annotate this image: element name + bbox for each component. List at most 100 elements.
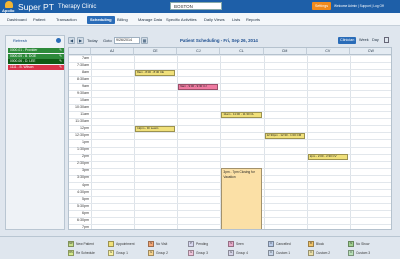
legend-swatch: N (148, 241, 154, 247)
legend-label: Group 4 (236, 251, 248, 255)
provider-item[interactable]: 0000-06 - D. LEE ✎ (8, 59, 64, 64)
column-header: CM (263, 48, 307, 55)
edit-pencil-icon[interactable]: ✎ (59, 48, 62, 53)
app-subtitle: Therapy Clinic (58, 3, 97, 10)
time-label: 9am (82, 83, 89, 88)
nav-tab-dashboard[interactable]: Dashboard (7, 16, 27, 24)
time-label: 7am (82, 55, 89, 60)
provider-label: 0000-06 - D. LEE (10, 59, 36, 63)
time-label: 3:30pm (77, 175, 89, 180)
nav-tab-specific-activities[interactable]: Specific Activities (166, 16, 197, 24)
column-header: CV (306, 48, 350, 55)
legend-label: Appointment (116, 242, 135, 246)
refresh-label[interactable]: Refresh (13, 38, 27, 43)
time-slot-line (69, 160, 391, 162)
time-slot-line (69, 118, 391, 120)
user-links[interactable]: Welcome Admin | Support | Log Off (334, 4, 384, 8)
view-clinician-button[interactable]: Clinician (338, 37, 357, 44)
legend-swatch: G (108, 250, 114, 256)
nav-tab-patient[interactable]: Patient (33, 16, 45, 24)
time-slot-line (69, 146, 391, 148)
column-header: AJ (91, 48, 135, 55)
time-slot-line (69, 125, 391, 127)
time-label: 3pm (82, 168, 89, 173)
view-week-button[interactable]: Week (357, 37, 371, 44)
legend-swatch: P (188, 241, 194, 247)
settings-button[interactable]: Settings (312, 2, 331, 10)
edit-pencil-icon[interactable]: ✎ (59, 65, 62, 70)
time-label: 5:30pm (77, 203, 89, 208)
time-label: 8:30am (77, 76, 89, 81)
time-slot-line (69, 55, 391, 56)
column-header: CJ (177, 48, 221, 55)
provider-label: 0000-05 - B. DOE (10, 53, 37, 58)
schedule-grid[interactable]: AJ CE CJ CL CM CV CW 7am 7:30am 8am 8:30am 9am 9:30a… (68, 47, 392, 230)
legend-swatch: RS (68, 250, 74, 256)
legend-label: No Show (356, 242, 370, 246)
nav-tab-lists[interactable]: Lists (232, 16, 240, 24)
legend-label: Group 3 (196, 251, 208, 255)
time-label: 4pm (82, 182, 89, 187)
legend-label: Custom 1 (276, 251, 291, 255)
provider-item[interactable]: 0000-05 - B. DOE ✎ (8, 53, 64, 59)
appointment-block[interactable]: 2pm - 2:00 - 2:30 CV (307, 154, 348, 161)
nav-tab-manage-data[interactable]: Manage Data (138, 16, 162, 24)
appointment-block[interactable]: 9am - 9:00 - 9:30 CJ (178, 83, 219, 90)
legend-swatch: G (148, 250, 154, 256)
time-label: 1:30pm (77, 147, 89, 152)
legend-swatch: S (228, 241, 234, 247)
location-select[interactable]: BOSTON (170, 2, 222, 10)
legend-label: Custom 2 (316, 251, 331, 255)
time-slot-line (69, 139, 391, 141)
nav-tab-scheduling[interactable]: Scheduling (87, 16, 115, 24)
today-button[interactable]: Today (87, 37, 98, 44)
appointment-block[interactable]: 8am - 8:00 - 8:30 CE (135, 69, 176, 76)
legend-label: Custom 3 (356, 251, 371, 255)
date-input[interactable]: 9/26/2014 (114, 37, 140, 44)
legend-swatch: G (188, 250, 194, 256)
legend-swatch: N (348, 241, 354, 247)
schedule-title: Patient Scheduling - Fri, Sep 26, 2014 (180, 38, 258, 43)
legend-swatch: C (268, 250, 274, 256)
legend-label: No Visit (156, 242, 168, 246)
legend-swatch (108, 241, 114, 247)
edit-pencil-icon[interactable]: ✎ (59, 54, 62, 59)
time-label: 10:30am (75, 105, 89, 110)
legend-label: Cancelled (276, 242, 291, 246)
refresh-row[interactable]: Refresh (7, 36, 63, 45)
appointment-block[interactable]: 12:30pm - 12:30 - 1:00 CM (264, 132, 305, 139)
calendar-icon[interactable]: ▦ (141, 37, 148, 44)
legend-label: New Patient (76, 242, 94, 246)
legend-swatch: C (348, 250, 354, 256)
time-slot-line (69, 76, 391, 78)
time-label: 2pm (82, 154, 89, 159)
legend-label: Re Schedule (76, 251, 95, 255)
legend-swatch: NP (68, 241, 74, 247)
time-slot-line (69, 97, 391, 99)
refresh-icon[interactable] (56, 38, 61, 43)
legend-label: Block (316, 242, 325, 246)
appointment-block[interactable]: 11am - 11:00 - 11:30 CL (221, 111, 262, 118)
time-label: 7pm (82, 224, 89, 229)
nav-tab-billing[interactable]: Billing (117, 16, 128, 24)
appointment-block[interactable]: 12pm - Dr Lewin (135, 125, 176, 132)
app-header: Apollo Super PT Therapy Clinic BOSTON Se… (0, 0, 400, 13)
prev-icon[interactable]: ◀ (68, 37, 75, 44)
print-icon[interactable] (384, 37, 389, 43)
nav-tab-daily-views[interactable]: Daily Views (204, 16, 225, 24)
apollo-logo[interactable]: Apollo (2, 1, 16, 13)
next-icon[interactable]: ▶ (77, 37, 84, 44)
edit-pencil-icon[interactable]: ✎ (59, 59, 62, 64)
nav-tab-transaction[interactable]: Transaction (56, 16, 77, 24)
appointment-block[interactable]: 3pm - 7pm Closing for Vacation (221, 168, 262, 229)
time-slot-line (69, 69, 391, 71)
time-label: 11:30am (75, 119, 89, 124)
time-label: 7:30am (77, 62, 89, 67)
nav-tab-reports[interactable]: Reports (246, 16, 260, 24)
time-label: 2:30pm (77, 161, 89, 166)
time-slot-line (69, 83, 391, 85)
provider-item[interactable]: 1111 - B. Wilson ✎ (8, 64, 64, 70)
time-slot-line (69, 104, 391, 106)
view-day-button[interactable]: Day (370, 37, 381, 44)
provider-item[interactable]: 0000-01 - Provider ✎ (8, 48, 64, 53)
